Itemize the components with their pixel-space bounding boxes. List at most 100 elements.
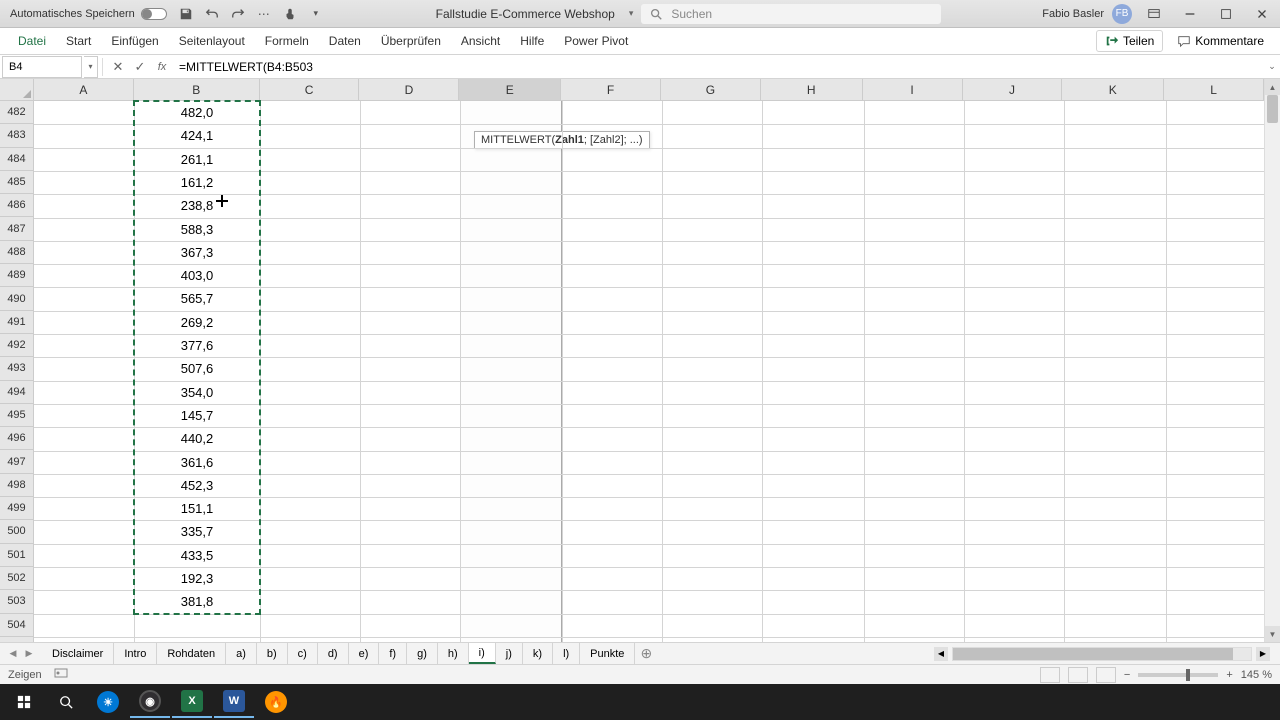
col-header-E[interactable]: E	[459, 79, 561, 100]
col-header-K[interactable]: K	[1062, 79, 1164, 100]
taskbar-word-icon[interactable]: W	[214, 686, 254, 718]
comments-button[interactable]: Kommentare	[1169, 31, 1272, 51]
sheet-tab[interactable]: Punkte	[580, 643, 635, 664]
username[interactable]: Fabio Basler	[1042, 8, 1104, 20]
autosave-toggle[interactable]: Automatisches Speichern	[4, 8, 173, 20]
row-header[interactable]: 499	[0, 497, 33, 520]
tab-daten[interactable]: Daten	[319, 29, 371, 53]
col-header-B[interactable]: B	[134, 79, 260, 100]
row-header[interactable]: 495	[0, 404, 33, 427]
toggle-switch[interactable]	[141, 8, 167, 20]
sheet-tab[interactable]: f)	[379, 643, 407, 664]
sheet-tab[interactable]: h)	[438, 643, 469, 664]
col-header-G[interactable]: G	[661, 79, 761, 100]
col-header-I[interactable]: I	[863, 79, 963, 100]
maximize-icon[interactable]	[1212, 4, 1240, 24]
row-header[interactable]: 493	[0, 357, 33, 380]
col-header-C[interactable]: C	[260, 79, 360, 100]
row-header[interactable]: 483	[0, 124, 33, 147]
scroll-up-icon[interactable]: ▲	[1265, 79, 1280, 95]
sheet-tab[interactable]: Rohdaten	[157, 643, 226, 664]
row-header[interactable]: 489	[0, 264, 33, 287]
zoom-slider[interactable]	[1138, 673, 1218, 677]
view-pagebreak-icon[interactable]	[1096, 667, 1116, 683]
hscroll-left-icon[interactable]: ◀	[934, 647, 948, 661]
sheet-tab[interactable]: c)	[288, 643, 318, 664]
row-header[interactable]: 488	[0, 241, 33, 264]
tab-start[interactable]: Start	[56, 29, 101, 53]
sheet-tab[interactable]: b)	[257, 643, 288, 664]
row-header[interactable]: 500	[0, 520, 33, 543]
row-header[interactable]: 504	[0, 614, 33, 637]
qat-more-icon[interactable]: ⋯	[255, 5, 273, 23]
sheet-nav-next-icon[interactable]: ▶	[22, 647, 36, 661]
col-header-D[interactable]: D	[359, 79, 459, 100]
view-normal-icon[interactable]	[1040, 667, 1060, 683]
insert-function-icon[interactable]: fx	[151, 56, 173, 78]
redo-icon[interactable]	[229, 5, 247, 23]
scroll-down-icon[interactable]: ▼	[1265, 626, 1280, 642]
save-icon[interactable]	[177, 5, 195, 23]
name-box[interactable]: B4	[2, 56, 82, 78]
ribbon-display-icon[interactable]	[1140, 4, 1168, 24]
add-sheet-button[interactable]: ⊕	[635, 645, 657, 662]
select-all-corner[interactable]	[0, 79, 34, 101]
row-header[interactable]: 497	[0, 450, 33, 473]
formula-input[interactable]	[173, 56, 1264, 78]
taskbar-excel-icon[interactable]: X	[172, 686, 212, 718]
document-name[interactable]: Fallstudie E-Commerce Webshop	[430, 7, 621, 21]
sheet-tab[interactable]: k)	[523, 643, 553, 664]
row-header[interactable]: 502	[0, 567, 33, 590]
sheet-tab[interactable]: e)	[349, 643, 380, 664]
sheet-tab[interactable]: d)	[318, 643, 349, 664]
tab-datei[interactable]: Datei	[8, 29, 56, 53]
qat-customize-icon[interactable]: ▾	[307, 5, 325, 23]
minimize-icon[interactable]	[1176, 4, 1204, 24]
row-header[interactable]: 486	[0, 194, 33, 217]
share-button[interactable]: Teilen	[1096, 30, 1163, 52]
sheet-tab[interactable]: i)	[469, 643, 496, 664]
row-header[interactable]: 491	[0, 311, 33, 334]
start-button[interactable]	[4, 686, 44, 718]
sheet-tab[interactable]: Disclaimer	[42, 643, 114, 664]
zoom-in-icon[interactable]: +	[1226, 669, 1232, 681]
vertical-scrollbar[interactable]: ▲ ▼	[1264, 79, 1280, 642]
sheet-tab[interactable]: g)	[407, 643, 438, 664]
row-header[interactable]: 485	[0, 171, 33, 194]
tab-ansicht[interactable]: Ansicht	[451, 29, 510, 53]
sheet-tab[interactable]: a)	[226, 643, 257, 664]
row-header[interactable]: 484	[0, 148, 33, 171]
horizontal-scrollbar[interactable]	[952, 647, 1252, 661]
row-header[interactable]: 503	[0, 590, 33, 613]
search-box[interactable]: Suchen	[641, 4, 941, 24]
tab-einfuegen[interactable]: Einfügen	[101, 29, 168, 53]
row-header[interactable]: 490	[0, 287, 33, 310]
row-header[interactable]: 496	[0, 427, 33, 450]
row-header[interactable]: 501	[0, 544, 33, 567]
row-header[interactable]: 487	[0, 217, 33, 240]
name-box-dropdown[interactable]: ▾	[84, 56, 98, 78]
view-pagelayout-icon[interactable]	[1068, 667, 1088, 683]
enter-formula-icon[interactable]: ✓	[129, 56, 151, 78]
row-header[interactable]: 494	[0, 381, 33, 404]
undo-icon[interactable]	[203, 5, 221, 23]
touch-mode-icon[interactable]	[281, 5, 299, 23]
docname-dropdown-icon[interactable]: ▾	[629, 8, 634, 19]
hscroll-thumb[interactable]	[953, 648, 1233, 660]
taskbar-search-icon[interactable]	[46, 686, 86, 718]
col-header-H[interactable]: H	[761, 79, 863, 100]
sheet-tab[interactable]: l)	[553, 643, 580, 664]
avatar[interactable]: FB	[1112, 4, 1132, 24]
sheet-tab[interactable]: Intro	[114, 643, 157, 664]
tab-ueberpruefen[interactable]: Überprüfen	[371, 29, 451, 53]
col-header-A[interactable]: A	[34, 79, 134, 100]
tab-powerpivot[interactable]: Power Pivot	[554, 29, 638, 53]
col-header-J[interactable]: J	[963, 79, 1063, 100]
row-header[interactable]: 482	[0, 101, 33, 124]
hscroll-right-icon[interactable]: ▶	[1256, 647, 1270, 661]
cells-area[interactable]: MITTELWERT(Zahl1; [Zahl2]; ...) 482,0424…	[34, 101, 1264, 642]
row-header[interactable]: 498	[0, 474, 33, 497]
close-icon[interactable]	[1248, 4, 1276, 24]
taskbar-obs-icon[interactable]: ◉	[130, 686, 170, 718]
zoom-level[interactable]: 145 %	[1241, 669, 1272, 681]
